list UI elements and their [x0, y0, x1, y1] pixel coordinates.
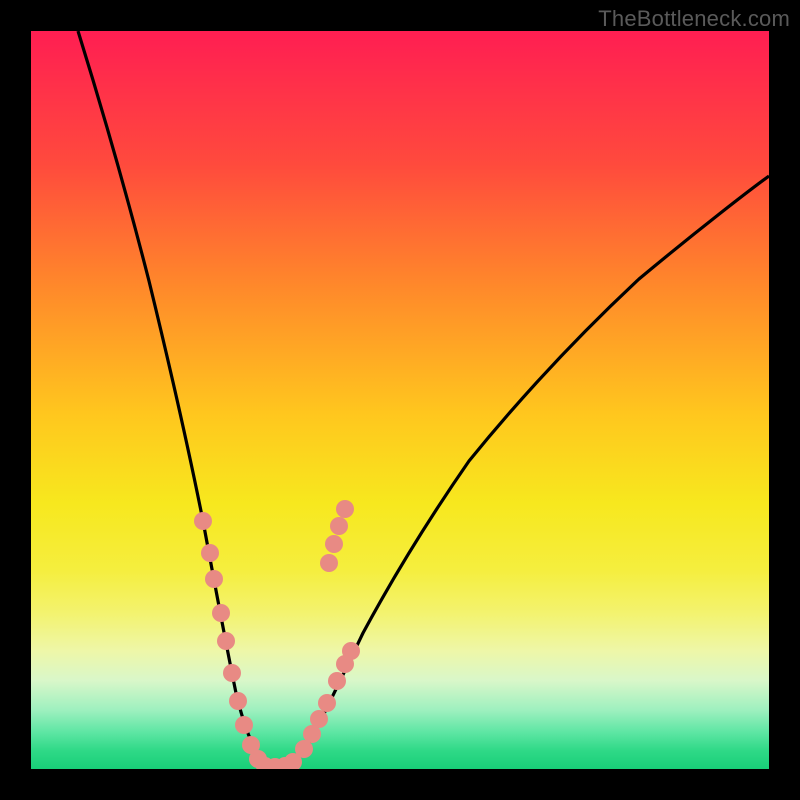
plot-area [31, 31, 769, 769]
watermark-text: TheBottleneck.com [598, 6, 790, 32]
chart-frame: TheBottleneck.com [0, 0, 800, 800]
markers-left [194, 512, 267, 768]
curve-left [78, 31, 267, 767]
markers-right [284, 500, 360, 769]
curve-layer [31, 31, 769, 769]
